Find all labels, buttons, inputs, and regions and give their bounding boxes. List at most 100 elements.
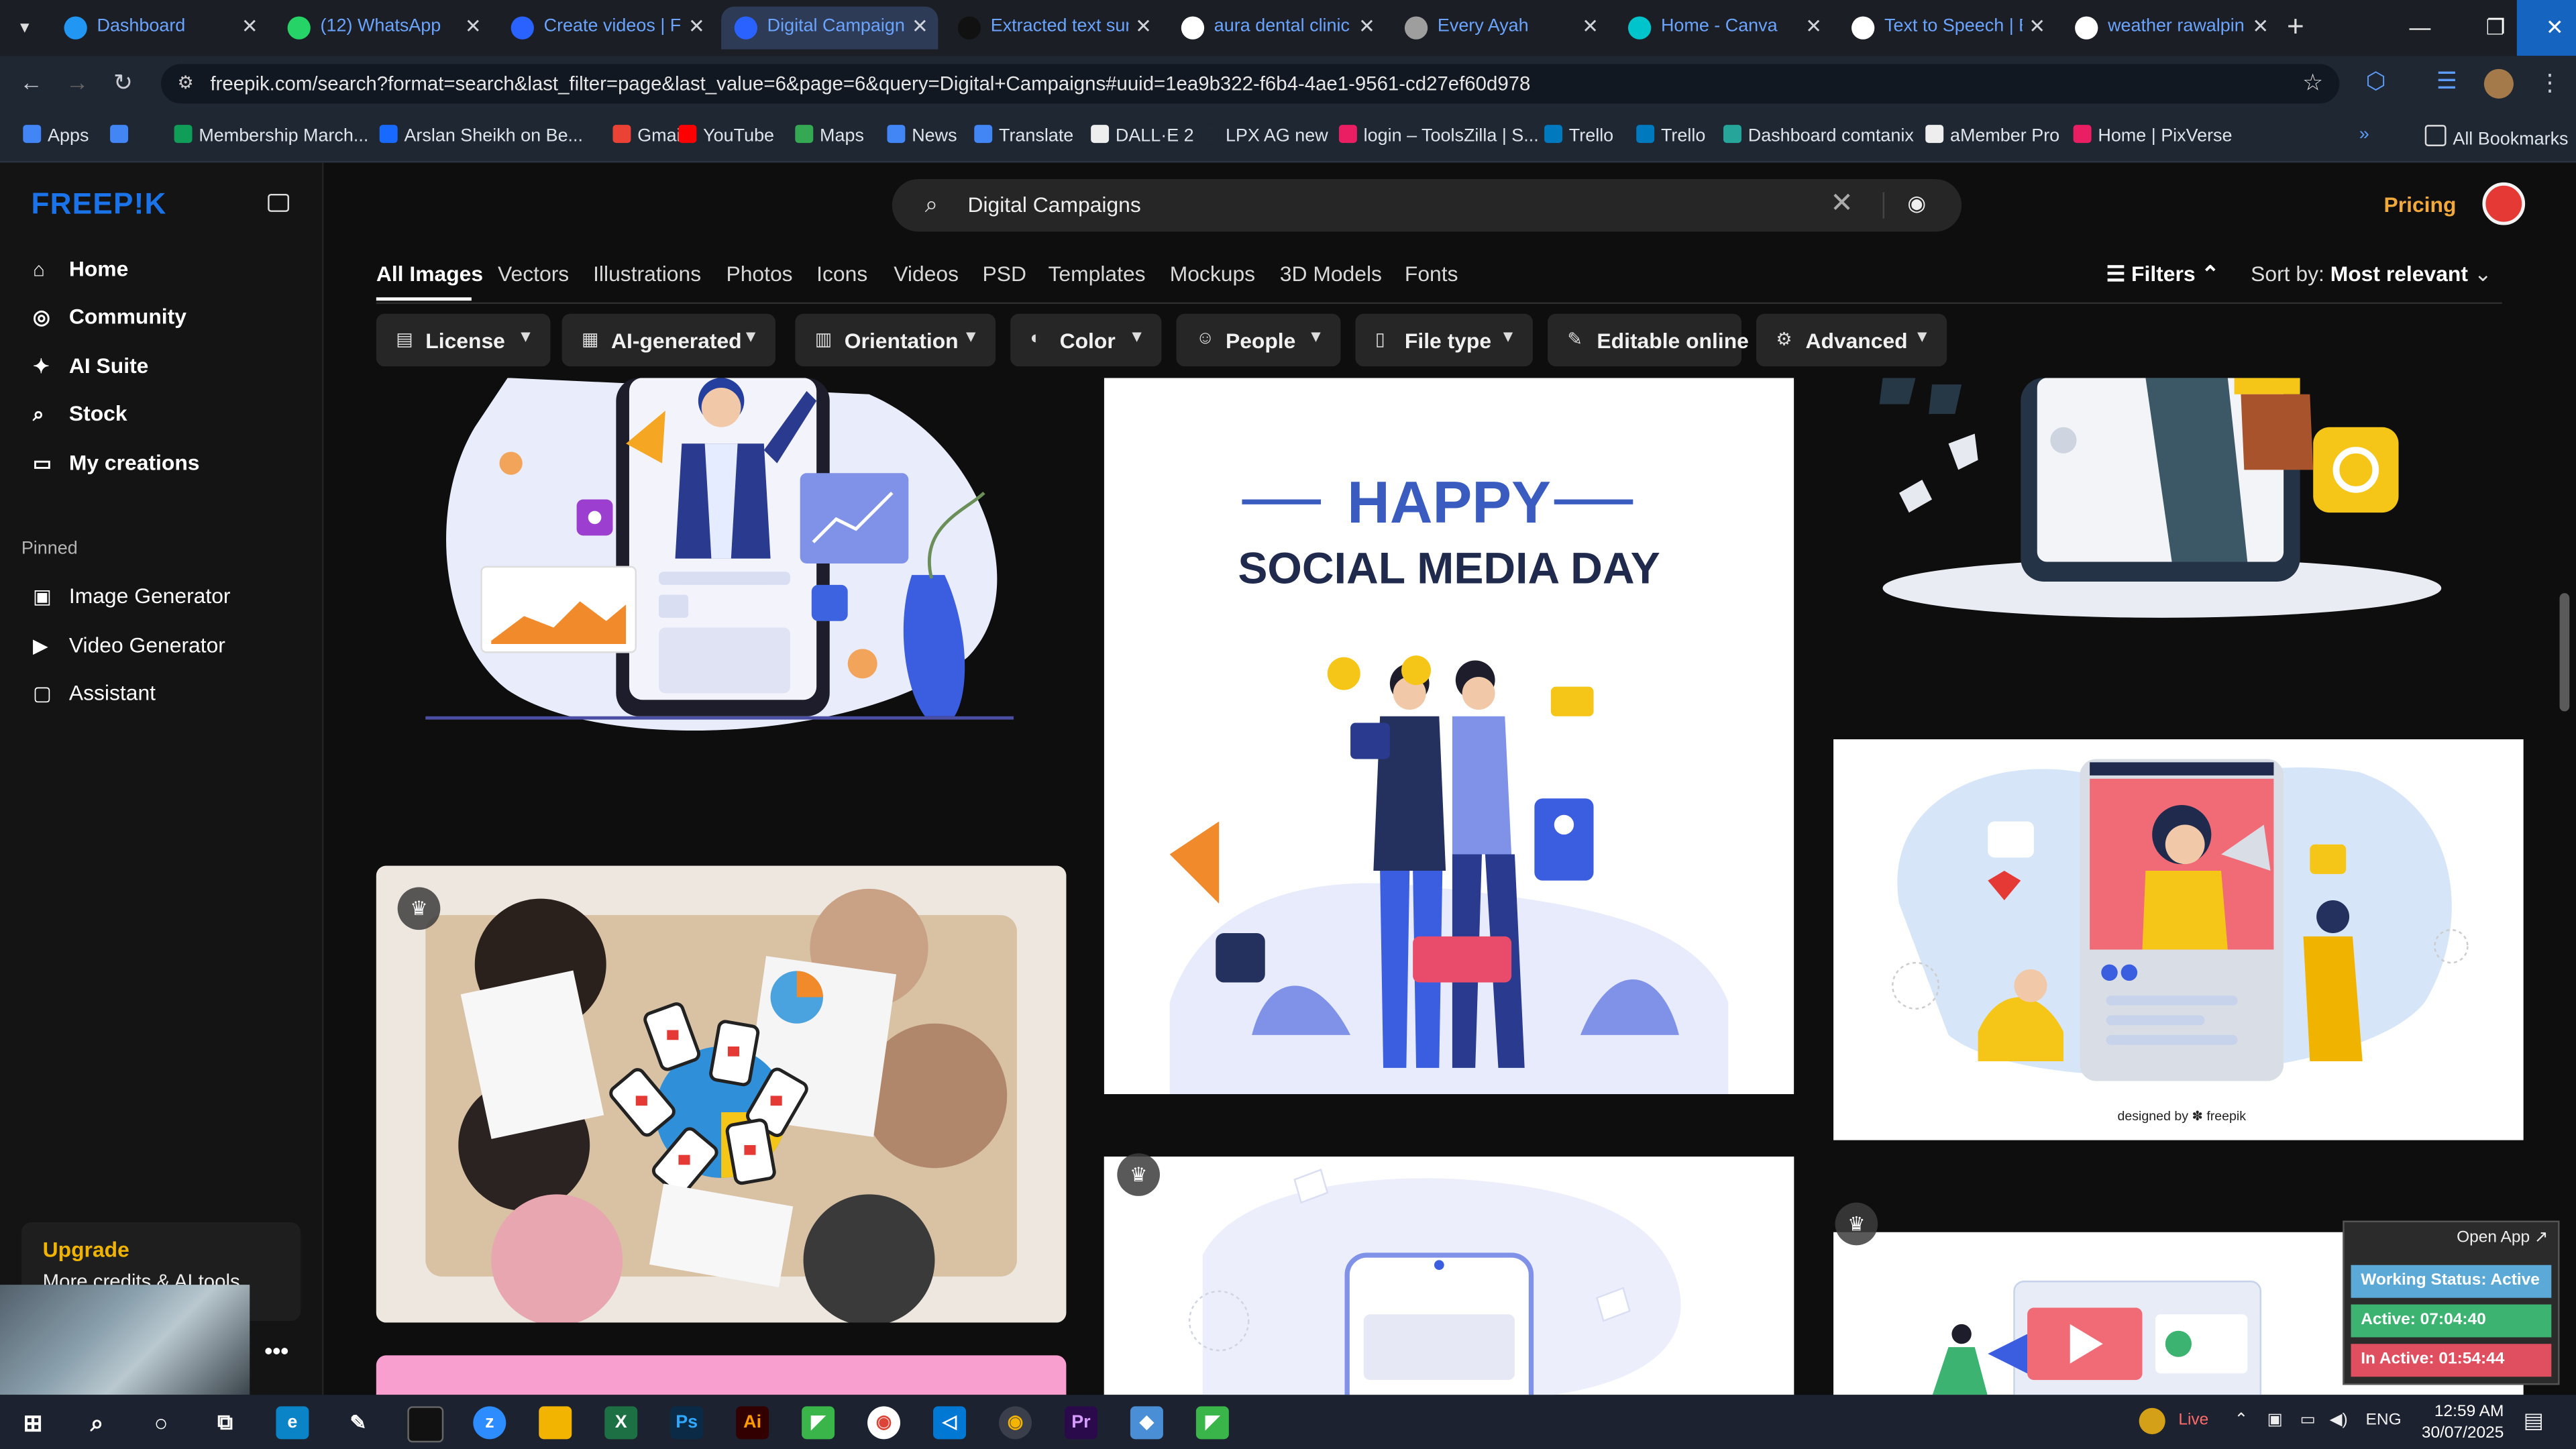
pricing-link[interactable]: Pricing — [2383, 193, 2456, 217]
chrome-icon[interactable]: ◉ — [867, 1406, 901, 1440]
language-indicator[interactable]: ENG — [2366, 1411, 2402, 1430]
photoshop-icon[interactable]: Ps — [670, 1406, 704, 1440]
browser-tab[interactable]: Create videos | Fr ✕ — [498, 7, 714, 50]
task-view-icon[interactable]: ⧉ — [209, 1406, 241, 1439]
tab-icons[interactable]: Icons — [816, 261, 867, 286]
bookmark-item[interactable]: DALL·E 2 — [1091, 125, 1194, 146]
file-explorer-icon[interactable] — [539, 1406, 572, 1440]
bookmark-item[interactable]: Gmail — [612, 125, 685, 146]
tab-templates[interactable]: Templates — [1048, 261, 1145, 286]
all-bookmarks[interactable]: All Bookmarks — [2424, 125, 2569, 150]
sidebar-item-my-creations[interactable]: ▭ My creations — [33, 450, 200, 475]
video-call-thumbnail[interactable] — [0, 1285, 250, 1395]
tab-close-icon[interactable]: ✕ — [2029, 15, 2045, 38]
filter-ai-generated[interactable]: ▦ AI-generated ▼ — [561, 313, 775, 367]
tab-close-icon[interactable]: ✕ — [1582, 15, 1599, 38]
weather-icon[interactable] — [2139, 1407, 2165, 1434]
browser-tab[interactable]: Dashboard ✕ — [51, 7, 268, 50]
filter-file-type[interactable]: ▯ File type ▼ — [1355, 313, 1533, 367]
browser-tab[interactable]: Every Ayah ✕ — [1391, 7, 1608, 50]
search-input[interactable]: Digital Campaigns — [967, 193, 1140, 217]
filter-people[interactable]: ☺ People ▼ — [1176, 313, 1341, 367]
tab-mockups[interactable]: Mockups — [1170, 261, 1255, 286]
filter-orientation[interactable]: ▥ Orientation ▼ — [795, 313, 996, 367]
minimize-button[interactable]: — — [2382, 0, 2458, 56]
clear-search-icon[interactable]: ✕ — [1830, 187, 1854, 220]
camtasia-icon[interactable]: ◤ — [802, 1406, 835, 1440]
new-tab-button[interactable]: + — [2287, 10, 2304, 44]
cortana-icon[interactable]: ○ — [145, 1406, 178, 1439]
tab-all-images[interactable]: All Images — [376, 261, 483, 286]
sort-dropdown[interactable]: Sort by: Most relevant ⌄ — [2251, 261, 2491, 287]
browser-tab[interactable]: (12) WhatsApp ✕ — [274, 7, 491, 50]
forward-button[interactable]: → — [66, 69, 89, 95]
tab-close-icon[interactable]: ✕ — [912, 15, 928, 38]
camera-tray-icon[interactable]: ▣ — [2267, 1411, 2283, 1430]
premiere-icon[interactable]: Pr — [1064, 1406, 1097, 1440]
bookmark-star-icon[interactable]: ☆ — [2302, 69, 2323, 97]
bookmarks-overflow-icon[interactable]: » — [2359, 125, 2369, 144]
media-icon[interactable]: ☰ — [2436, 67, 2457, 95]
tab-close-icon[interactable]: ✕ — [2252, 15, 2269, 38]
browser-tab[interactable]: Home - Canva ✕ — [1615, 7, 1831, 50]
more-options-icon[interactable]: ••• — [264, 1337, 288, 1363]
sidebar-item-community[interactable]: ◎ Community — [33, 304, 186, 329]
excel-icon[interactable]: X — [604, 1406, 638, 1440]
result-card[interactable] — [376, 378, 1067, 789]
browser-tab[interactable]: weather rawalpin ✕ — [2061, 7, 2278, 50]
tab-photos[interactable]: Photos — [726, 261, 792, 286]
tab-psd[interactable]: PSD — [983, 261, 1026, 286]
tab-3d-models[interactable]: 3D Models — [1280, 261, 1382, 286]
windows-start-icon[interactable]: ⊞ — [16, 1406, 49, 1439]
tab-fonts[interactable]: Fonts — [1405, 261, 1458, 286]
sidebar-item-home[interactable]: ⌂ Home — [33, 256, 128, 281]
camtasia-recorder-icon[interactable]: ◤ — [1195, 1406, 1229, 1440]
bookmark-item[interactable]: LPX AG new — [1201, 125, 1328, 146]
bookmark-item[interactable]: Translate — [974, 125, 1073, 146]
bookmark-item[interactable]: Apps — [23, 125, 89, 146]
volume-icon[interactable]: ◀) — [2330, 1411, 2348, 1430]
filter-editable-online[interactable]: ✎ Editable online — [1547, 313, 1749, 367]
sidebar-item-ai-suite[interactable]: ✦ AI Suite — [33, 354, 148, 378]
site-info-icon[interactable]: ⚙ — [177, 72, 193, 93]
tab-videos[interactable]: Videos — [894, 261, 959, 286]
taskbar-search-icon[interactable]: ⌕ — [80, 1406, 113, 1439]
browser-tab[interactable]: Digital Campaign ✕ — [721, 6, 938, 50]
close-window-button[interactable]: ✕ — [2516, 0, 2576, 56]
tab-close-icon[interactable]: ✕ — [241, 15, 258, 38]
tab-close-icon[interactable]: ✕ — [688, 15, 705, 38]
browser-menu-icon[interactable]: ⋮ — [2538, 69, 2561, 97]
tab-close-icon[interactable]: ✕ — [1358, 15, 1375, 38]
sidebar-item-stock[interactable]: ⌕ Stock — [33, 401, 127, 427]
back-button[interactable]: ← — [19, 69, 42, 95]
vscode-icon[interactable]: ◁ — [933, 1406, 967, 1440]
url-text[interactable]: freepik.com/search?format=search&last_fi… — [210, 72, 1530, 95]
bookmark-item[interactable]: Maps — [795, 125, 864, 146]
network-icon[interactable]: ▭ — [2300, 1411, 2316, 1430]
illustrator-icon[interactable]: Ai — [736, 1406, 769, 1440]
omnibox[interactable]: ⚙ freepik.com/search?format=search&last_… — [161, 64, 2340, 104]
extensions-icon[interactable]: ⬡ — [2366, 67, 2386, 95]
result-card[interactable]: designed by ✽ freepik — [1833, 739, 2524, 1140]
pinned-item-assistant[interactable]: ▢ Assistant — [33, 680, 156, 705]
tab-illustrations[interactable]: Illustrations — [593, 261, 701, 286]
open-app-link[interactable]: Open App ↗ — [2457, 1229, 2548, 1247]
app-icon[interactable]: ◆ — [1130, 1406, 1163, 1440]
browser-tab[interactable]: Extracted text sun ✕ — [945, 7, 1161, 50]
bookmark-item[interactable]: Dashboard comtanix — [1723, 125, 1914, 146]
tray-overflow-icon[interactable]: ⌃ — [2235, 1411, 2249, 1430]
bookmark-item[interactable]: aMember Pro — [1925, 125, 2059, 146]
bookmark-item[interactable]: Arslan Sheikh on Be... — [379, 125, 583, 146]
tab-close-icon[interactable]: ✕ — [1805, 15, 1822, 38]
tab-close-icon[interactable]: ✕ — [465, 15, 482, 38]
freepik-logo[interactable]: FREEP!K — [32, 187, 167, 221]
zoom-icon[interactable]: z — [473, 1406, 506, 1440]
result-card[interactable] — [376, 1355, 1067, 1395]
result-card[interactable]: ♛ — [376, 865, 1067, 1323]
edge-icon[interactable]: e — [276, 1406, 309, 1440]
filter-license[interactable]: ▤ License ▼ — [376, 313, 551, 367]
result-card[interactable] — [1833, 378, 2524, 625]
bookmark-item[interactable]: Membership March... — [174, 125, 368, 146]
pinned-item-image-generator[interactable]: ▣ Image Generator — [33, 583, 231, 608]
bookmark-item[interactable] — [110, 125, 135, 146]
